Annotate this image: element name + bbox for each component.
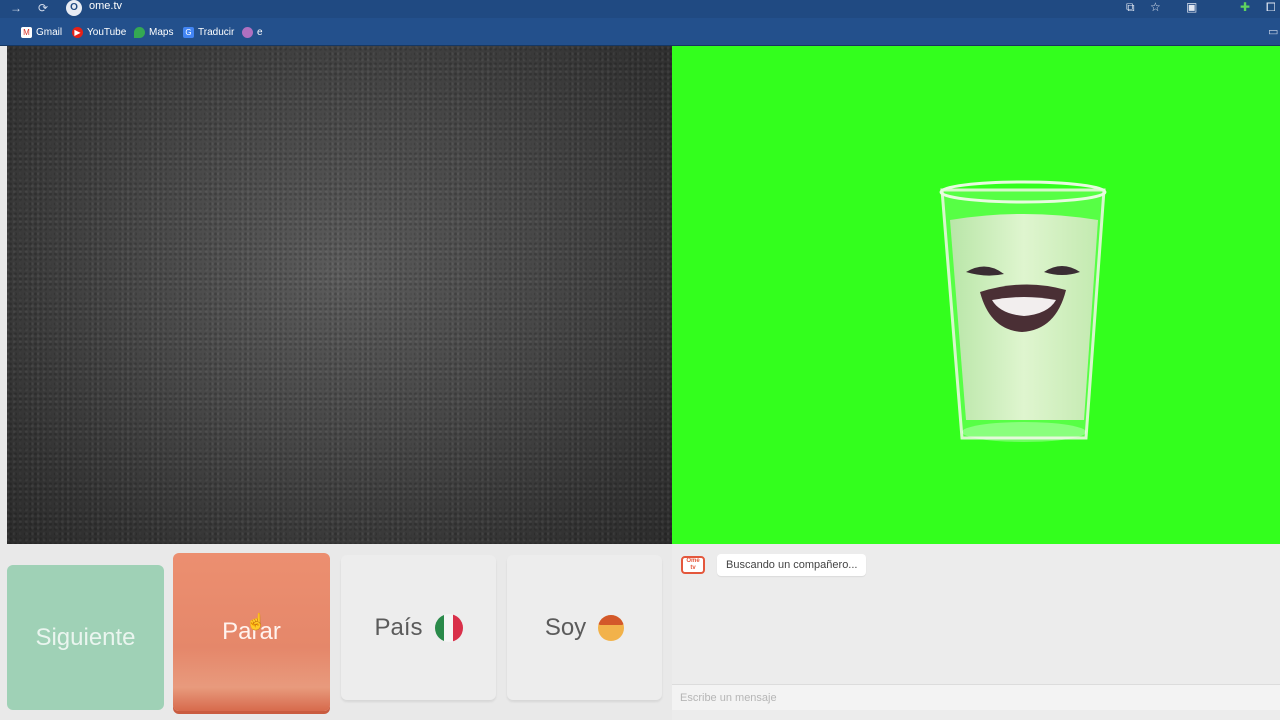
next-button-label: Siguiente — [35, 623, 136, 651]
bookmark-label: Gmail — [36, 26, 63, 38]
bookmark-icon — [242, 26, 253, 38]
browser-toolbar: → ⟳ O ome.tv ⧉ ☆ ▣ ✚ ⧠ — [0, 0, 1280, 18]
install-icon[interactable]: ⧉ — [1126, 0, 1135, 15]
country-button[interactable]: País — [341, 555, 496, 700]
youtube-icon: ▶ — [72, 26, 83, 38]
reload-icon[interactable]: ⟳ — [38, 1, 48, 15]
site-favicon: O — [66, 0, 82, 16]
folder-icon[interactable]: ▭ — [1268, 25, 1278, 38]
video-noise — [7, 46, 672, 544]
translate-icon: G — [183, 26, 194, 38]
gmail-icon: M — [21, 26, 32, 38]
bookmark-e[interactable]: e — [242, 25, 263, 39]
address-bar-url[interactable]: ome.tv — [89, 0, 122, 12]
own-video — [7, 46, 672, 544]
message-input[interactable] — [672, 684, 1280, 710]
bookmark-traducir[interactable]: G Traducir — [183, 25, 234, 39]
bookmark-label: Traducir — [198, 26, 235, 38]
mexico-flag-icon — [434, 613, 463, 642]
bookmark-gmail[interactable]: M Gmail — [21, 25, 62, 39]
boy-emoji-icon — [598, 614, 625, 641]
gender-button-label: Soy — [544, 613, 587, 641]
mouse-cursor-icon: ☝ — [246, 614, 266, 631]
bookmarks-bar: M Gmail ▶ YouTube Maps G Traducir e ▭ — [0, 18, 1280, 46]
gender-button[interactable]: Soy — [507, 555, 662, 700]
status-message: Buscando un compañero... — [717, 554, 867, 576]
forward-icon[interactable]: → — [10, 1, 22, 15]
maps-icon — [134, 26, 145, 38]
bookmark-youtube[interactable]: ▶ YouTube — [72, 25, 126, 39]
bookmark-maps[interactable]: Maps — [134, 25, 173, 39]
star-icon[interactable]: ☆ — [1150, 0, 1161, 14]
puzzle-icon[interactable]: ⧠ — [1266, 0, 1276, 15]
bookmark-label: YouTube — [87, 26, 127, 38]
country-button-label: País — [374, 613, 423, 641]
ometv-logo-icon: Ome tv — [681, 556, 705, 574]
stop-button[interactable]: Parar — [173, 553, 330, 711]
next-button[interactable]: Siguiente — [7, 565, 164, 710]
extension-icon[interactable]: ▣ — [1186, 0, 1197, 14]
vpn-icon[interactable]: ✚ — [1240, 0, 1250, 14]
chat-panel: Ome tv Buscando un compañero... — [672, 544, 1280, 720]
bookmark-label: e — [257, 26, 263, 38]
milk-glass-image — [939, 180, 1107, 442]
bookmark-label: Maps — [149, 26, 174, 38]
